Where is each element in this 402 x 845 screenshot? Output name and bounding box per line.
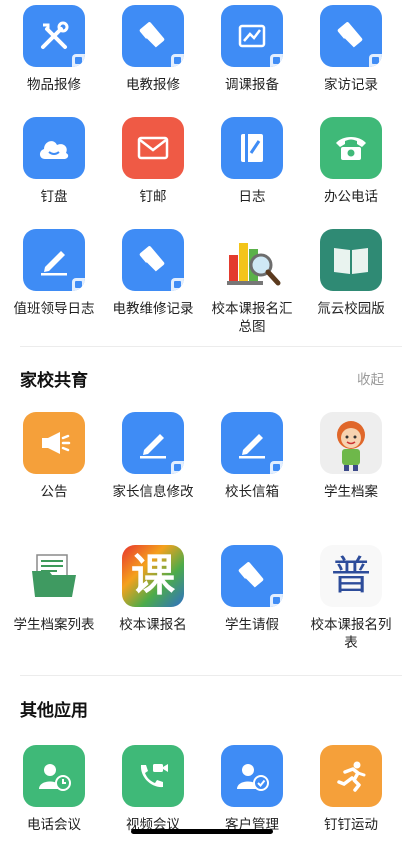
broom-icon (320, 5, 382, 67)
app-label: 日志 (238, 189, 266, 205)
phone-icon (320, 117, 382, 179)
chart-icon (221, 5, 283, 67)
broom-icon (122, 5, 184, 67)
app-item-tiaoke-baobei[interactable]: 调课报备 (203, 5, 301, 94)
course-char-icon: 课 (122, 545, 184, 607)
app-item-gonggao[interactable]: 公告 (5, 412, 103, 501)
customer-icon (221, 745, 283, 807)
megaphone-icon (23, 412, 85, 474)
app-item-dingpan[interactable]: 钉盘 (5, 117, 103, 206)
app-label: 钉邮 (139, 189, 167, 205)
app-item-xiaoben-baoming-huizongtu[interactable]: 校本课报名汇总图 (203, 229, 301, 336)
app-label: 学生档案列表 (13, 617, 95, 633)
app-item-dianhua-huiyi[interactable]: 电话会议 (5, 745, 103, 834)
tools-icon (23, 5, 85, 67)
app-label: 校长信箱 (225, 484, 279, 500)
app-item-xiaoben-baoming-liebiao[interactable]: 普 校本课报名列表 (302, 545, 400, 652)
app-item-xuesheng-dangan[interactable]: 学生档案 (302, 412, 400, 501)
conference-call-icon (23, 745, 85, 807)
app-item-jiazhang-xinxi-xiugai[interactable]: 家长信息修改 (104, 412, 202, 501)
app-label: 氚云校园版 (317, 301, 385, 317)
app-item-kehu-guanli[interactable]: 客户管理 (203, 745, 301, 834)
folder-icon (23, 545, 85, 607)
app-item-dianjiao-weixiu-jilu[interactable]: 电教维修记录 (104, 229, 202, 318)
app-label: 家长信息修改 (112, 484, 194, 500)
course-char: 课 (131, 550, 175, 601)
collapse-button[interactable]: 收起 (357, 368, 384, 388)
app-label: 电话会议 (27, 817, 81, 833)
section-header-family: 家校共育 收起 (0, 358, 402, 398)
app-item-rizhi[interactable]: 日志 (203, 117, 301, 206)
notebook-icon (221, 117, 283, 179)
app-item-shipin-huiyi[interactable]: 视频会议 (104, 745, 202, 834)
section-divider (20, 675, 402, 676)
video-call-icon (122, 745, 184, 807)
book-icon (320, 229, 382, 291)
running-icon (320, 745, 382, 807)
app-item-dianjiao-baoxiu[interactable]: 电教报修 (104, 5, 202, 94)
app-item-jiafang-jilu[interactable]: 家访记录 (302, 5, 400, 94)
app-label: 办公电话 (324, 189, 378, 205)
home-indicator[interactable] (131, 829, 273, 834)
mail-icon (122, 117, 184, 179)
app-label: 钉盘 (40, 189, 68, 205)
app-item-xuesheng-qingjia[interactable]: 学生请假 (203, 545, 301, 634)
section-header-other: 其他应用 (0, 688, 402, 728)
pu-char: 普 (331, 553, 371, 599)
student-avatar-icon (320, 412, 382, 474)
app-label: 学生档案 (324, 484, 378, 500)
app-item-xuesheng-dangan-liebiao[interactable]: 学生档案列表 (5, 545, 103, 634)
section-title: 其他应用 (20, 701, 88, 721)
cloud-icon (23, 117, 85, 179)
app-label: 电教维修记录 (112, 301, 194, 317)
broom-icon (221, 545, 283, 607)
app-item-wupin-baoxiu[interactable]: 物品报修 (5, 5, 103, 94)
chart-magnifier-icon (221, 229, 283, 291)
app-item-zhiban-lingdao-rizhi[interactable]: 值班领导日志 (5, 229, 103, 318)
pen-icon (23, 229, 85, 291)
app-label: 校本课报名汇总图 (211, 301, 293, 335)
app-label: 值班领导日志 (13, 301, 95, 317)
pen-icon (122, 412, 184, 474)
app-label: 物品报修 (27, 77, 81, 93)
app-label: 公告 (40, 484, 68, 500)
app-item-bangong-dianhua[interactable]: 办公电话 (302, 117, 400, 206)
app-label: 校本课报名列表 (310, 617, 392, 651)
app-label: 学生请假 (225, 617, 279, 633)
pu-char-icon: 普 (320, 545, 382, 607)
pen-icon (221, 412, 283, 474)
app-item-chuanyun-xiaoyuan[interactable]: 氚云校园版 (302, 229, 400, 318)
app-item-xiaoben-baoming[interactable]: 课 校本课报名 (104, 545, 202, 634)
app-item-dingyou[interactable]: 钉邮 (104, 117, 202, 206)
app-item-dingding-yundong[interactable]: 钉钉运动 (302, 745, 400, 834)
app-item-xiaozhang-xinxiang[interactable]: 校长信箱 (203, 412, 301, 501)
app-label: 校本课报名 (119, 617, 187, 633)
app-label: 电教报修 (126, 77, 180, 93)
app-label: 调课报备 (225, 77, 279, 93)
section-title: 家校共育 (20, 371, 88, 391)
section-divider (20, 346, 402, 347)
app-label: 钉钉运动 (324, 817, 378, 833)
broom-icon (122, 229, 184, 291)
app-label: 家访记录 (324, 77, 378, 93)
